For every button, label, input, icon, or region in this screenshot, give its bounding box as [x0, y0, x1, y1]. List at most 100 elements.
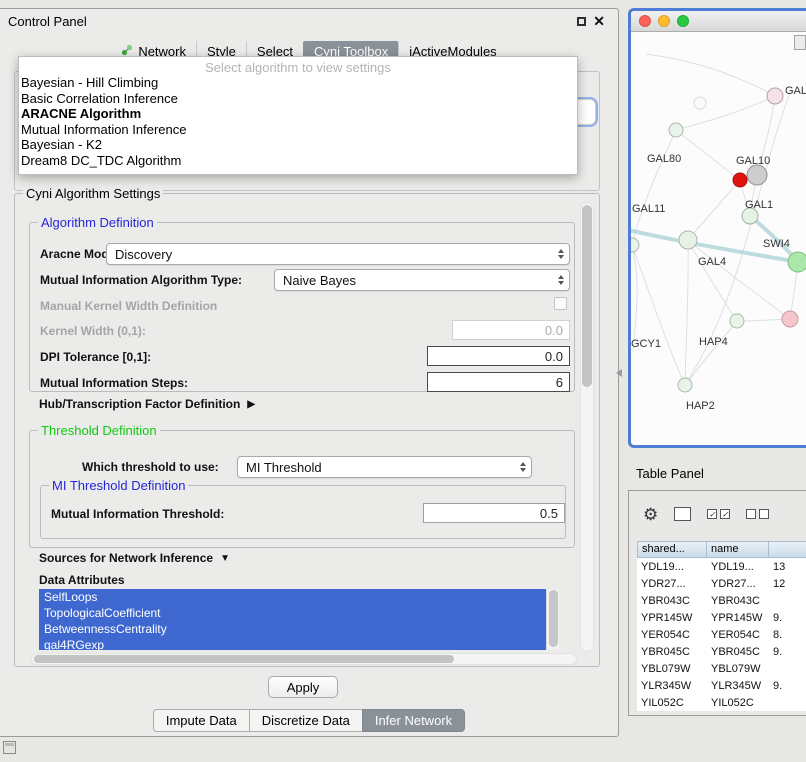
- table-row[interactable]: YER054CYER054C8.: [637, 626, 806, 643]
- table-cell: YPR145W: [707, 612, 769, 624]
- algorithm-option-basic-correlation-inference[interactable]: Basic Correlation Inference: [19, 91, 577, 107]
- algorithm-option-bayesian-k2[interactable]: Bayesian - K2: [19, 137, 577, 153]
- tab-infer-network[interactable]: Infer Network: [362, 709, 465, 732]
- table-row[interactable]: YBR045CYBR045C9.: [637, 643, 806, 660]
- which-threshold-select[interactable]: MI Threshold: [237, 456, 532, 478]
- network-node[interactable]: [733, 173, 747, 187]
- table-row[interactable]: YPR145WYPR145W9.: [637, 609, 806, 626]
- table-row[interactable]: YDR27...YDR27...12: [637, 575, 806, 592]
- select-all-icon[interactable]: ✓✓: [707, 509, 730, 519]
- tab-impute-data[interactable]: Impute Data: [153, 709, 250, 732]
- network-edge[interactable]: [688, 180, 740, 240]
- data-attributes-list: SelfLoopsTopologicalCoefficientBetweenne…: [39, 589, 559, 650]
- deselect-all-icon[interactable]: [746, 509, 769, 519]
- mi-threshold-field[interactable]: 0.5: [423, 503, 565, 523]
- table-cell: YIL052C: [707, 697, 769, 709]
- attribute-item-selfloops[interactable]: SelfLoops: [39, 589, 546, 605]
- scrollbar-thumb[interactable]: [549, 590, 558, 647]
- apply-button[interactable]: Apply: [268, 676, 338, 698]
- control-panel-titlebar[interactable]: Control Panel ✕: [0, 9, 618, 35]
- hub-section-label: Hub/Transcription Factor Definition: [39, 397, 240, 411]
- table-cell: YPR145W: [637, 612, 707, 624]
- network-view-window: GALGAL80GAL10GAL11GAL1SWI4GAL4GCY1HAP4HA…: [628, 8, 806, 448]
- mi-steps-field[interactable]: 6: [427, 372, 570, 392]
- table-row[interactable]: YBL079WYBL079W: [637, 660, 806, 677]
- network-node[interactable]: [669, 123, 683, 137]
- table-toolbar: ⚙ ✓✓: [643, 503, 769, 525]
- hub-section-toggle[interactable]: Hub/Transcription Factor Definition ▶: [39, 397, 255, 411]
- splitter-collapse-icon[interactable]: [616, 369, 622, 377]
- table-body: YDL19...YDL19...13YDR27...YDR27...12YBR0…: [637, 558, 806, 711]
- bottom-tab-bar: Impute DataDiscretize DataInfer Network: [0, 709, 618, 732]
- table-cell: 9.: [769, 680, 806, 692]
- table-cell: YDR27...: [637, 578, 707, 590]
- settings-horizontal-scrollbar[interactable]: [31, 653, 577, 665]
- mi-algorithm-type-select[interactable]: Naive Bayes: [274, 269, 570, 291]
- network-node[interactable]: [679, 231, 697, 249]
- table-row[interactable]: YIL052CYIL052C: [637, 694, 806, 711]
- attribute-item-topologicalcoefficient[interactable]: TopologicalCoefficient: [39, 605, 546, 621]
- table-header: shared...name: [637, 541, 806, 558]
- manual-kernel-width-checkbox[interactable]: [554, 297, 567, 310]
- node-table: shared...name YDL19...YDL19...13YDR27...…: [637, 541, 806, 711]
- close-icon[interactable]: ✕: [593, 13, 605, 30]
- table-cell: YDL19...: [707, 561, 769, 573]
- minimize-traffic-light-icon[interactable]: [658, 15, 670, 27]
- network-edge[interactable]: [676, 96, 775, 130]
- network-node[interactable]: [678, 378, 692, 392]
- network-node[interactable]: [747, 165, 767, 185]
- attribute-item-gal4rgexp[interactable]: gal4RGexp: [39, 637, 546, 650]
- network-edge[interactable]: [632, 245, 685, 385]
- sources-section-label: Sources for Network Inference: [39, 551, 213, 565]
- network-window-titlebar[interactable]: [631, 11, 806, 32]
- column-header-shared-[interactable]: shared...: [637, 541, 707, 558]
- network-canvas[interactable]: GALGAL80GAL10GAL11GAL1SWI4GAL4GCY1HAP4HA…: [631, 32, 806, 445]
- network-edge[interactable]: [632, 130, 676, 245]
- algorithm-option-aracne-algorithm[interactable]: ARACNE Algorithm: [19, 106, 577, 122]
- network-edge[interactable]: [685, 240, 688, 385]
- scrollbar-thumb[interactable]: [582, 205, 592, 387]
- network-edge[interactable]: [646, 54, 775, 96]
- threshold-definition-group: Threshold Definition Which threshold to …: [29, 430, 575, 548]
- combo-arrows-icon: [520, 462, 526, 472]
- table-row[interactable]: YLR345WYLR345W9.: [637, 677, 806, 694]
- aracne-mode-select[interactable]: Discovery: [106, 243, 570, 265]
- mi-threshold-label: Mutual Information Threshold:: [51, 507, 224, 521]
- network-edge[interactable]: [685, 321, 737, 385]
- network-node[interactable]: [788, 252, 806, 272]
- table-row[interactable]: YDL19...YDL19...13: [637, 558, 806, 575]
- dpi-tolerance-field[interactable]: 0.0: [427, 346, 570, 366]
- algorithm-option-mutual-information-inference[interactable]: Mutual Information Inference: [19, 122, 577, 138]
- columns-icon[interactable]: [674, 507, 691, 521]
- scrollbar-thumb[interactable]: [34, 655, 454, 663]
- column-header-3[interactable]: [769, 541, 806, 558]
- table-cell: YLR345W: [707, 680, 769, 692]
- algorithm-option-dream8-dc-tdc-algorithm[interactable]: Dream8 DC_TDC Algorithm: [19, 153, 577, 169]
- network-node[interactable]: [631, 238, 639, 252]
- node-label-hap4: HAP4: [699, 336, 728, 348]
- gear-icon[interactable]: ⚙: [643, 506, 658, 523]
- network-node[interactable]: [782, 311, 798, 327]
- tab-discretize-data[interactable]: Discretize Data: [249, 709, 363, 732]
- sources-section-toggle[interactable]: Sources for Network Inference ▼: [39, 551, 230, 565]
- network-edge[interactable]: [688, 240, 737, 321]
- close-traffic-light-icon[interactable]: [639, 15, 651, 27]
- algorithm-option-bayesian-hill-climbing[interactable]: Bayesian - Hill Climbing: [19, 75, 577, 91]
- combo-arrows-icon: [558, 249, 564, 259]
- attribute-item-betweennesscentrality[interactable]: BetweennessCentrality: [39, 621, 546, 637]
- network-edge[interactable]: [632, 245, 637, 352]
- network-edge[interactable]: [676, 130, 740, 180]
- float-window-icon[interactable]: [577, 17, 586, 26]
- minimized-panel-icon[interactable]: [3, 741, 16, 754]
- zoom-traffic-light-icon[interactable]: [677, 15, 689, 27]
- settings-vertical-scrollbar[interactable]: [580, 202, 594, 652]
- table-row[interactable]: YBR043CYBR043C: [637, 592, 806, 609]
- mi-threshold-definition-group: MI Threshold Definition Mutual Informati…: [40, 485, 566, 539]
- kernel-width-field[interactable]: 0.0: [452, 320, 570, 340]
- column-header-name[interactable]: name: [707, 541, 769, 558]
- network-node[interactable]: [767, 88, 783, 104]
- attributes-scrollbar[interactable]: [546, 589, 559, 650]
- network-node[interactable]: [730, 314, 744, 328]
- network-node[interactable]: [694, 97, 706, 109]
- table-panel-title: Table Panel: [636, 466, 704, 481]
